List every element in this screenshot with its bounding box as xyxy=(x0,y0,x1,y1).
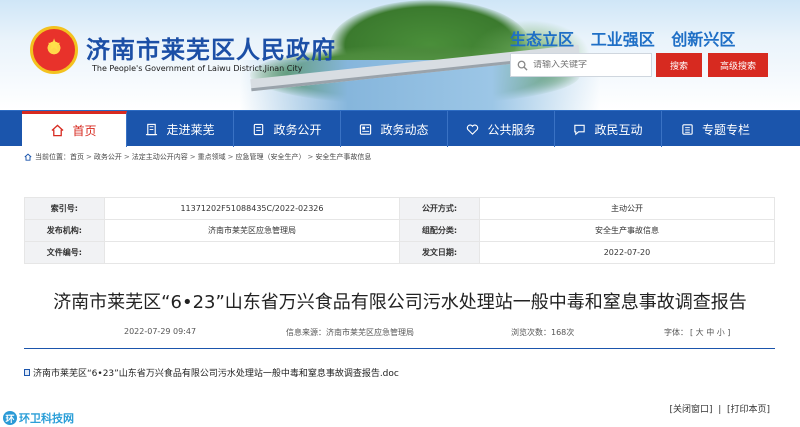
breadcrumb-item[interactable]: 政务公开 xyxy=(94,152,122,162)
disclosure-label: 公开方式: xyxy=(399,197,480,220)
nav-item-public-service[interactable]: 公共服务 xyxy=(448,111,555,147)
issue-date-value: 2022-07-20 xyxy=(478,241,776,264)
issue-date-label: 发文日期: xyxy=(399,241,480,264)
breadcrumb-item[interactable]: 重点领域 xyxy=(198,152,226,162)
nav-item-label: 公共服务 xyxy=(487,122,536,137)
breadcrumb-separator: > xyxy=(307,153,314,161)
building-icon xyxy=(145,123,158,136)
news-icon xyxy=(359,123,372,136)
category-label: 组配分类: xyxy=(399,219,480,242)
publish-datetime: 2022-07-29 09:47 xyxy=(124,327,197,336)
attachment-link[interactable]: 济南市莱芜区“6•23”山东省万兴食品有限公司污水处理站一般中毒和窒息事故调查报… xyxy=(24,366,399,379)
publisher-value: 济南市莱芜区应急管理局 xyxy=(103,219,401,242)
breadcrumb-separator: > xyxy=(227,153,234,161)
breadcrumb: 当前位置： 首页 > 政务公开 > 法定主动公开内容 > 重点领域 > 应急管理… xyxy=(24,152,371,162)
publisher-label: 发布机构: xyxy=(24,219,105,242)
doc-number-value xyxy=(103,241,401,264)
article-title: 济南市莱芜区“6•23”山东省万兴食品有限公司污水处理站一般中毒和窒息事故调查报… xyxy=(53,292,747,313)
breadcrumb-item[interactable]: 安全生产事故信息 xyxy=(315,152,371,162)
nav-item-label: 走进莱芜 xyxy=(166,122,215,137)
watermark-logo-icon: 环 xyxy=(3,411,17,425)
search-icon xyxy=(511,60,533,71)
nav-item-special-topics[interactable]: 专题专栏 xyxy=(662,111,769,147)
document-meta-table: 索引号: 11371202F51088435C/2022-02326 公开方式:… xyxy=(24,197,776,264)
watermark: 环 环卫科技网 xyxy=(3,410,74,426)
table-row: 发布机构: 济南市莱芜区应急管理局 组配分类: 安全生产事故信息 xyxy=(24,219,776,242)
nav-item-home[interactable]: 首页 xyxy=(22,111,127,147)
breadcrumb-separator: > xyxy=(189,153,196,161)
search-button[interactable]: 搜索 xyxy=(656,53,702,77)
national-emblem-icon[interactable]: ★ xyxy=(30,26,78,74)
location-icon xyxy=(24,153,32,161)
site-subtitle: The People's Government of Laiwu Distric… xyxy=(92,64,303,73)
nav-item-interaction[interactable]: 政民互动 xyxy=(555,111,662,147)
font-size-label: 字体： xyxy=(664,328,688,337)
breadcrumb-item[interactable]: 应急管理（安全生产） xyxy=(236,152,306,162)
nav-item-label: 政务动态 xyxy=(380,122,429,137)
nav-item-label: 专题专栏 xyxy=(701,122,750,137)
advanced-search-button[interactable]: 高级搜索 xyxy=(708,53,768,77)
page-actions[interactable]: [关闭窗口] | [打印本页] xyxy=(669,402,770,415)
nav-item-about-laiwu[interactable]: 走进莱芜 xyxy=(127,111,234,147)
nav-item-label: 政民互动 xyxy=(594,122,643,137)
table-row: 文件编号: 发文日期: 2022-07-20 xyxy=(24,241,776,264)
document-icon xyxy=(252,123,265,136)
slogan: 生态立区 工业强区 创新兴区 xyxy=(510,30,736,49)
nav-item-gov-disclosure[interactable]: 政务公开 xyxy=(234,111,341,147)
main-nav: 首页 走进莱芜 政务公开 政务动态 公共服务 政民互动 专题专栏 xyxy=(0,110,800,147)
breadcrumb-separator: > xyxy=(86,153,92,161)
breadcrumb-item[interactable]: 首页 xyxy=(70,152,84,162)
chat-icon xyxy=(573,123,586,136)
breadcrumb-item[interactable]: 法定主动公开内容 xyxy=(132,152,188,162)
info-source: 信息来源：济南市莱芜区应急管理局 xyxy=(286,328,414,337)
font-size-options[interactable]: [ 大 中 小 ] xyxy=(690,327,730,338)
nav-item-gov-news[interactable]: 政务动态 xyxy=(341,111,448,147)
breadcrumb-separator: > xyxy=(123,153,130,161)
index-label: 索引号: xyxy=(24,197,105,220)
search-box xyxy=(510,53,652,77)
heart-hand-icon xyxy=(466,123,479,136)
site-header: ★ 济南市莱芜区人民政府 The People's Government of … xyxy=(0,0,800,110)
category-value: 安全生产事故信息 xyxy=(478,219,776,242)
search-input[interactable] xyxy=(533,60,649,70)
nav-item-label: 政务公开 xyxy=(273,122,322,137)
divider xyxy=(24,348,775,349)
table-row: 索引号: 11371202F51088435C/2022-02326 公开方式:… xyxy=(24,197,776,220)
attachment-name[interactable]: 济南市莱芜区“6•23”山东省万兴食品有限公司污水处理站一般中毒和窒息事故调查报… xyxy=(33,366,399,379)
index-value: 11371202F51088435C/2022-02326 xyxy=(103,197,401,220)
breadcrumb-prefix: 当前位置： xyxy=(35,153,70,161)
doc-file-icon xyxy=(24,369,30,376)
site-title[interactable]: 济南市莱芜区人民政府 xyxy=(86,30,336,65)
nav-item-label: 首页 xyxy=(72,124,97,138)
watermark-text: 环卫科技网 xyxy=(19,412,74,425)
view-count: 浏览次数：168次 xyxy=(511,328,575,337)
home-icon xyxy=(51,124,64,137)
doc-number-label: 文件编号: xyxy=(24,241,105,264)
list-icon xyxy=(681,123,694,136)
disclosure-value: 主动公开 xyxy=(478,197,776,220)
